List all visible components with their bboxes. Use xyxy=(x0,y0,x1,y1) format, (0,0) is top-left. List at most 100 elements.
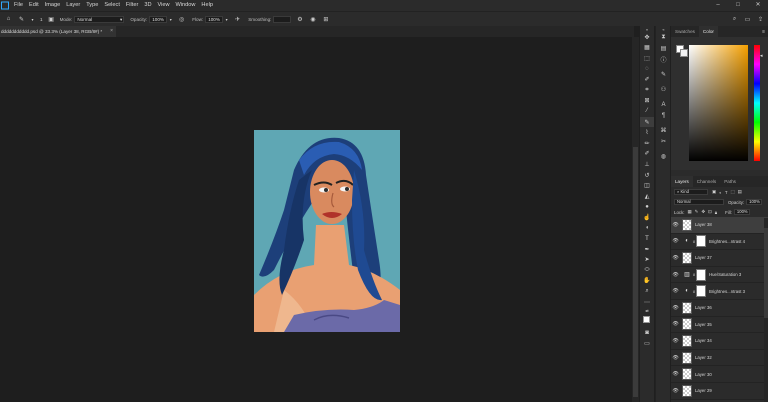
smudge-tool-icon[interactable]: ☝ xyxy=(640,212,654,223)
layer-row[interactable]: 👁︎ Layer 29 xyxy=(671,383,768,400)
visibility-eye-icon[interactable]: 👁︎ xyxy=(671,272,680,278)
layer-row[interactable]: 👁︎ Layer 30 xyxy=(671,366,768,383)
visibility-eye-icon[interactable]: 👁︎ xyxy=(671,238,680,244)
pen-tool-icon[interactable]: ✒ xyxy=(640,244,654,255)
pressure-size-icon[interactable]: ◉ xyxy=(308,15,317,24)
layer-row[interactable]: 👁︎ Layer 37 xyxy=(671,250,768,267)
menu-window[interactable]: Window xyxy=(173,0,199,11)
frame-tool-icon[interactable]: ⊠ xyxy=(640,96,654,107)
layer-mask-thumbnail[interactable] xyxy=(696,235,706,248)
eyedropper-tool-icon[interactable]: ⁄ xyxy=(640,106,654,117)
menu-edit[interactable]: Edit xyxy=(26,0,42,11)
scrollbar-thumb[interactable] xyxy=(764,228,768,318)
visibility-eye-icon[interactable]: 👁︎ xyxy=(671,355,680,361)
gear-icon[interactable]: ⚙ xyxy=(295,15,304,24)
menu-type[interactable]: Type xyxy=(83,0,101,11)
visibility-eye-icon[interactable]: 👁︎ xyxy=(671,222,680,228)
scrollbar-thumb[interactable] xyxy=(633,147,638,397)
brush-tool-icon[interactable]: ✎ xyxy=(640,116,654,128)
marquee-tool-icon[interactable]: ⬚ xyxy=(640,53,654,64)
people-panel-icon[interactable]: ⚇ xyxy=(656,84,671,95)
lock-position-icon[interactable]: ✥ xyxy=(701,209,705,215)
filter-smart-object-icon[interactable]: ▤ xyxy=(738,189,742,195)
path-selection-tool-icon[interactable]: ➤ xyxy=(640,254,654,265)
history-brush-tool-icon[interactable]: ↺ xyxy=(640,170,654,181)
layer-opacity-input[interactable]: 100% xyxy=(746,199,763,205)
eraser-tool-icon[interactable]: ◫ xyxy=(640,180,654,191)
tool-presets-icon[interactable]: ✂ xyxy=(656,136,671,147)
flow-input[interactable]: 100% xyxy=(205,15,224,23)
minimize-icon[interactable]: – xyxy=(708,0,728,11)
visibility-eye-icon[interactable]: 👁︎ xyxy=(671,338,680,344)
tab-channels[interactable]: Channels xyxy=(693,176,720,187)
lock-transparent-icon[interactable]: ▦ xyxy=(688,209,692,215)
lock-all-icon[interactable]: 🔒︎ xyxy=(715,210,717,215)
hue-slider-handle-icon[interactable]: ◂ xyxy=(760,53,763,59)
info-panel-icon[interactable]: ⓘ xyxy=(656,54,671,65)
menu-file[interactable]: File xyxy=(11,0,26,11)
brush-panel-icon[interactable]: ✎ xyxy=(656,69,671,80)
lock-artboard-icon[interactable]: ⊡ xyxy=(708,209,712,215)
background-swatch[interactable] xyxy=(680,49,688,57)
pencil-tool-icon[interactable]: ✐ xyxy=(640,149,654,160)
menu-layer[interactable]: Layer xyxy=(63,0,83,11)
quick-mask-icon[interactable]: ◙ xyxy=(640,327,654,338)
layer-row[interactable]: 👁︎ Layer 38 xyxy=(671,217,768,234)
clone-stamp-tool-icon[interactable]: ⊥ xyxy=(640,159,654,170)
type-tool-icon[interactable]: T xyxy=(640,233,654,244)
mode-select[interactable]: Normal ▾ xyxy=(74,15,125,23)
tab-color[interactable]: Color xyxy=(698,26,718,37)
layer-row[interactable]: 👁︎ ◐ 8 Brightnes...ntrast 4 xyxy=(671,234,768,251)
filter-type-icon[interactable]: T xyxy=(725,190,728,195)
layer-row[interactable]: 👁︎ Layer 35 xyxy=(671,317,768,334)
menu-select[interactable]: Select xyxy=(101,0,123,11)
artboard-tool-icon[interactable]: ▦ xyxy=(640,43,654,54)
document-tab[interactable]: ddddddddddd.psd @ 33.3% (Layer 38, RGB/8… xyxy=(0,26,116,37)
close-icon[interactable]: × xyxy=(110,26,113,37)
menu-view[interactable]: View xyxy=(154,0,172,11)
brush-settings-panel-icon[interactable]: ▣ xyxy=(47,15,56,24)
menu-3d[interactable]: 3D xyxy=(141,0,154,11)
brush-settings-icon[interactable]: ⌘ xyxy=(656,125,671,136)
foreground-background-color-icon[interactable] xyxy=(640,313,654,327)
filter-adjustment-icon[interactable]: ◐ xyxy=(719,190,722,195)
airbrush-icon[interactable]: ✈ xyxy=(233,15,242,24)
healing-brush-tool-icon[interactable]: ⌇ xyxy=(640,127,654,138)
layer-row[interactable]: 👁︎ ▥ 8 Hue/Saturation 3 xyxy=(671,267,768,284)
maximize-icon[interactable]: □ xyxy=(728,0,748,11)
filter-shape-icon[interactable]: ⬚ xyxy=(731,189,735,195)
layer-mask-thumbnail[interactable] xyxy=(696,268,706,281)
layers-scrollbar[interactable] xyxy=(764,218,768,402)
color-wheel-icon[interactable]: ◍ xyxy=(656,151,671,162)
edit-toolbar-icon[interactable]: ⋯ xyxy=(640,297,654,308)
visibility-eye-icon[interactable]: 👁︎ xyxy=(671,371,680,377)
chevron-down-icon[interactable]: ▾ xyxy=(224,15,229,24)
search-icon[interactable]: ⌕ xyxy=(730,15,739,24)
tab-swatches[interactable]: Swatches xyxy=(671,26,699,37)
fill-input[interactable]: 100% xyxy=(733,209,750,215)
canvas-area[interactable] xyxy=(0,37,632,402)
visibility-eye-icon[interactable]: 👁︎ xyxy=(671,255,680,261)
lasso-tool-icon[interactable]: ◌ xyxy=(640,64,654,75)
visibility-eye-icon[interactable]: 👁︎ xyxy=(671,288,680,294)
panel-menu-icon[interactable]: ≡ xyxy=(762,29,765,35)
hue-slider[interactable] xyxy=(754,45,760,161)
brush-tool-preset-icon[interactable]: ✎ xyxy=(17,15,26,24)
menu-filter[interactable]: Filter xyxy=(123,0,141,11)
workspace-icon[interactable]: ▭ xyxy=(743,15,752,24)
home-icon[interactable]: ⌂ xyxy=(4,15,13,24)
symmetry-icon[interactable]: ⊞ xyxy=(321,15,330,24)
mixer-brush-tool-icon[interactable]: ✏ xyxy=(640,138,654,149)
color-picker-field[interactable] xyxy=(689,45,748,161)
lock-pixels-icon[interactable]: ✎ xyxy=(695,209,699,215)
hand-tool-icon[interactable]: ✋ xyxy=(640,276,654,287)
paint-bucket-tool-icon[interactable]: ◭ xyxy=(640,191,654,202)
dodge-tool-icon[interactable]: ◖ xyxy=(640,223,654,234)
blend-mode-select[interactable]: Normal xyxy=(674,199,724,205)
kind-filter-select[interactable]: ⌕ Kind xyxy=(674,189,708,195)
pressure-opacity-icon[interactable]: ◎ xyxy=(177,15,186,24)
tab-paths[interactable]: Paths xyxy=(720,176,740,187)
layer-row[interactable]: 👁︎ ◐ 8 Brightnes...ntrast 3 xyxy=(671,283,768,300)
photoshop-logo-icon[interactable] xyxy=(0,1,10,10)
smoothing-input[interactable] xyxy=(273,15,292,23)
